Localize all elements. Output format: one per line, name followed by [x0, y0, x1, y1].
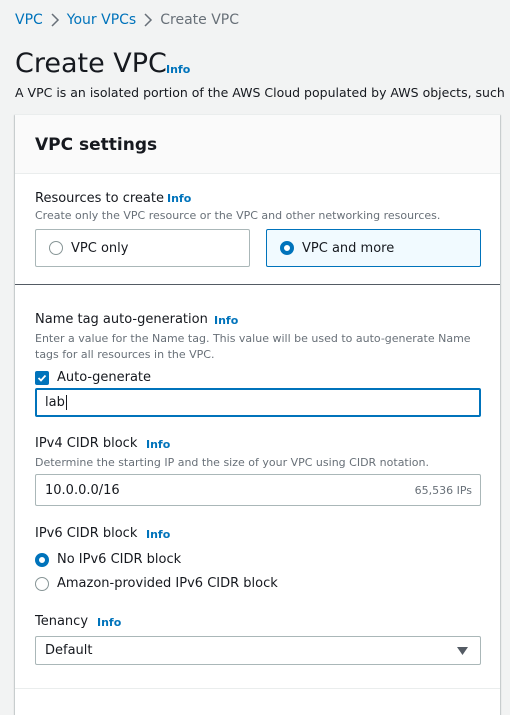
- resources-info-link[interactable]: Info: [167, 192, 191, 205]
- ipv4-cidr-value: 10.0.0.0/16: [45, 482, 120, 498]
- name-tag-hint-line2: tags for all resources in the VPC.: [35, 348, 215, 361]
- ipv4-cidr-input[interactable]: 10.0.0.0/16 65,536 IPs: [35, 474, 481, 506]
- ipv4-info-link[interactable]: Info: [146, 438, 170, 451]
- name-tag-value: lab: [45, 395, 65, 410]
- option-label: VPC and more: [302, 240, 395, 256]
- radio-button-selected[interactable]: [280, 241, 294, 255]
- breadcrumb: VPC Your VPCs Create VPC: [15, 11, 239, 29]
- breadcrumb-item-your-vpcs[interactable]: Your VPCs: [67, 11, 136, 29]
- panel-title: VPC settings: [35, 135, 158, 155]
- ipv6-info-link[interactable]: Info: [146, 528, 170, 541]
- no-ipv6-label: No IPv6 CIDR block: [57, 552, 182, 567]
- caret-down-icon: [457, 647, 468, 655]
- name-tag-label: Name tag auto-generation: [35, 312, 208, 327]
- tenancy-value: Default: [45, 643, 93, 658]
- option-vpc-only[interactable]: VPC only: [35, 229, 250, 267]
- radio-button[interactable]: [49, 241, 63, 255]
- auto-generate-checkbox[interactable]: [35, 371, 49, 385]
- text-cursor: [65, 395, 67, 410]
- checkmark-icon: [37, 374, 47, 382]
- name-tag-info-link[interactable]: Info: [214, 314, 238, 327]
- radio-amazon-ipv6[interactable]: [35, 577, 49, 591]
- radio-no-ipv6[interactable]: [35, 553, 49, 567]
- page-title: Create VPC: [15, 48, 167, 79]
- tenancy-select[interactable]: Default: [35, 636, 481, 665]
- name-tag-input[interactable]: lab: [35, 388, 481, 417]
- resources-label: Resources to create: [35, 191, 164, 206]
- section-divider: [15, 688, 500, 689]
- name-tag-hint-line1: Enter a value for the Name tag. This val…: [35, 332, 471, 345]
- page-info-link[interactable]: Info: [166, 63, 190, 76]
- ipv6-label: IPv6 CIDR block: [35, 526, 138, 541]
- resources-hint: Create only the VPC resource or the VPC …: [35, 209, 441, 222]
- vpc-settings-panel: VPC settings Resources to create Info Cr…: [15, 114, 500, 715]
- ipv4-hint: Determine the starting IP and the size o…: [35, 456, 430, 469]
- breadcrumb-item-vpc[interactable]: VPC: [15, 11, 43, 29]
- section-divider: [15, 284, 500, 285]
- breadcrumb-item-create-vpc: Create VPC: [160, 12, 239, 28]
- page-description: A VPC is an isolated portion of the AWS …: [15, 85, 505, 100]
- auto-generate-label: Auto-generate: [57, 370, 152, 385]
- tenancy-label: Tenancy: [35, 614, 89, 629]
- option-vpc-and-more[interactable]: VPC and more: [266, 229, 481, 267]
- chevron-right-icon: [136, 11, 160, 29]
- ip-count: 65,536 IPs: [414, 483, 472, 497]
- option-label: VPC only: [71, 240, 129, 256]
- amazon-ipv6-label: Amazon-provided IPv6 CIDR block: [57, 576, 278, 591]
- ipv4-label: IPv4 CIDR block: [35, 436, 138, 451]
- panel-header: VPC settings: [15, 115, 500, 174]
- tenancy-info-link[interactable]: Info: [97, 616, 121, 629]
- chevron-right-icon: [43, 11, 67, 29]
